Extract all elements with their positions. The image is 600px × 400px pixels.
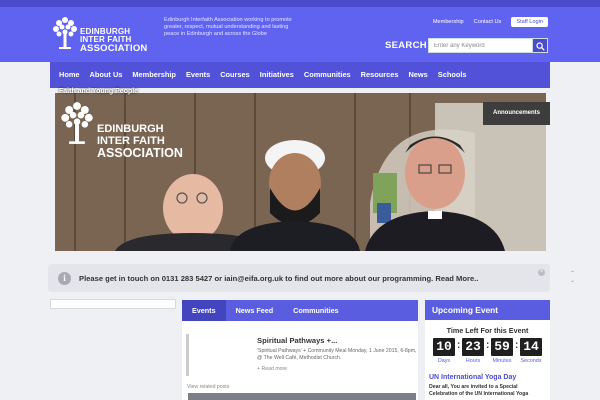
- nav-item-courses[interactable]: Courses: [215, 62, 255, 88]
- nav-item-home[interactable]: Home: [54, 62, 85, 88]
- staff-login-button[interactable]: Staff Login: [511, 17, 548, 27]
- tabbed-panel: Events News Feed Communities Spiritual P…: [182, 300, 418, 400]
- search-icon: [536, 42, 545, 51]
- view-related-link[interactable]: View related posts: [187, 384, 229, 390]
- event-title[interactable]: Spiritual Pathways +...: [257, 336, 337, 345]
- nav-item-membership[interactable]: Membership: [127, 62, 181, 88]
- nav-item-communities[interactable]: Communities: [299, 62, 356, 88]
- chevron-up-icon[interactable]: ⌃: [570, 270, 575, 277]
- countdown-unit-seconds: Seconds: [520, 358, 542, 364]
- hero-slider[interactable]: EDINBURGH INTER FAITH ASSOCIATION: [55, 93, 546, 251]
- related-posts-bar: [188, 393, 416, 400]
- countdown-seconds: 14: [520, 338, 542, 356]
- upcoming-event-heading: Upcoming Event: [425, 300, 550, 320]
- notice-text[interactable]: Please get in touch on 0131 283 5427 or …: [79, 274, 478, 283]
- countdown-unit-minutes: Minutes: [492, 358, 512, 364]
- event-description: 'Spiritual Pathways' + Community Meal Mo…: [257, 348, 417, 361]
- countdown-unit-hours: Hours: [465, 358, 481, 364]
- hero-photo: [55, 93, 546, 251]
- search-input[interactable]: [428, 38, 533, 53]
- top-links: Membership Contact Us Staff Login: [433, 16, 548, 28]
- chevron-down-icon[interactable]: ⌄: [570, 277, 575, 284]
- main-nav: Home About Us Membership Events Courses …: [50, 62, 550, 88]
- countdown-separator: :: [515, 340, 519, 351]
- panel-tabs: Events News Feed Communities: [182, 300, 418, 321]
- event-list-item[interactable]: Spiritual Pathways +... 'Spiritual Pathw…: [186, 334, 416, 376]
- logo-line-3: ASSOCIATION: [80, 43, 148, 54]
- read-more-link[interactable]: + Read more: [257, 366, 287, 372]
- countdown-separator: :: [457, 340, 461, 351]
- tab-communities[interactable]: Communities: [283, 300, 349, 321]
- hero-logo-line-1: EDINBURGH: [97, 123, 164, 135]
- tab-events[interactable]: Events: [182, 300, 226, 321]
- nav-item-about-us[interactable]: About Us: [85, 62, 128, 88]
- countdown-minutes: 59: [491, 338, 513, 356]
- info-icon: i: [58, 272, 71, 285]
- hero-tree-logo-icon: [61, 102, 93, 144]
- site-header: EDINBURGH INTER FAITH ASSOCIATION Edinbu…: [0, 0, 600, 62]
- close-icon[interactable]: ×: [538, 269, 545, 276]
- countdown-unit-days: Days: [437, 358, 451, 364]
- tab-news-feed[interactable]: News Feed: [226, 300, 284, 321]
- nav-item-resources[interactable]: Resources: [356, 62, 404, 88]
- nav-item-events[interactable]: Events: [181, 62, 215, 88]
- upcoming-event-title[interactable]: UN International Yoga Day: [429, 374, 516, 381]
- site-logo[interactable]: EDINBURGH INTER FAITH ASSOCIATION: [52, 14, 147, 54]
- announcements-tab[interactable]: Announcements: [483, 102, 550, 125]
- header-top-stripe: [0, 0, 600, 7]
- countdown-hours: 23: [462, 338, 484, 356]
- countdown-label: Time Left For this Event: [446, 326, 529, 335]
- hero-logo-wordmark: EDINBURGH INTER FAITH ASSOCIATION: [97, 123, 183, 160]
- logo-wordmark: EDINBURGH INTER FAITH ASSOCIATION: [80, 28, 147, 54]
- countdown-days: 10: [433, 338, 455, 356]
- notice-bar: i Please get in touch on 0131 283 5427 o…: [48, 264, 575, 292]
- hero-caption[interactable]: Faith and Young People: [59, 88, 138, 95]
- upcoming-event-text: Dear all, You are invited to a Special C…: [429, 384, 529, 397]
- upcoming-event-panel: Upcoming Event Time Left For this Event …: [425, 300, 550, 400]
- search-label: SEARCH: [385, 40, 427, 51]
- countdown-separator: :: [486, 340, 490, 351]
- left-sidebar-box: [50, 299, 176, 309]
- site-tagline: Edinburgh Interfaith Association working…: [164, 17, 292, 38]
- nav-item-news[interactable]: News: [403, 62, 432, 88]
- hero-logo-line-3: ASSOCIATION: [97, 146, 183, 160]
- membership-link[interactable]: Membership: [433, 19, 464, 25]
- nav-item-schools[interactable]: Schools: [433, 62, 472, 88]
- tree-logo-icon: [53, 17, 77, 49]
- nav-item-initiatives[interactable]: Initiatives: [255, 62, 299, 88]
- contact-us-link[interactable]: Contact Us: [474, 19, 502, 25]
- search-button[interactable]: [532, 38, 548, 53]
